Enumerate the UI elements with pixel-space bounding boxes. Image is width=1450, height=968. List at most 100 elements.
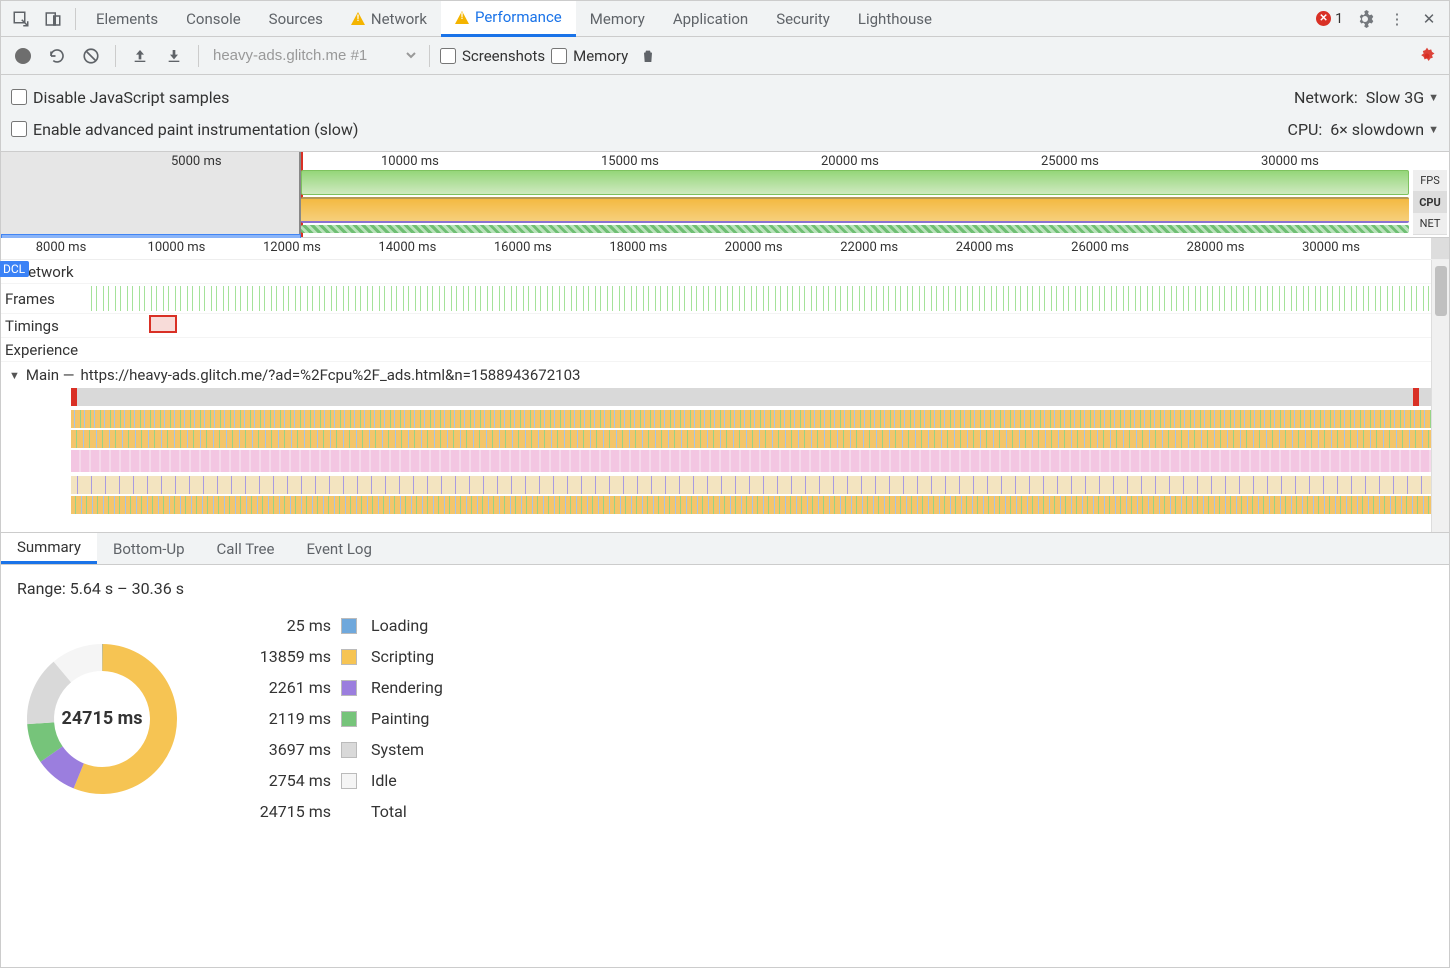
legend-ms: 25 ms: [231, 616, 331, 635]
legend-swatch: [341, 742, 357, 758]
error-count[interactable]: ✕ 1: [1316, 11, 1343, 27]
screenshots-input[interactable]: [440, 48, 456, 64]
ruler-tick: 22000 ms: [840, 240, 898, 255]
ruler-tick: 14000 ms: [378, 240, 436, 255]
perf-toolbar: heavy-ads.glitch.me #1 Screenshots Memor…: [1, 37, 1449, 75]
tab-memory[interactable]: Memory: [576, 1, 659, 37]
garbage-collect-icon[interactable]: [634, 42, 662, 70]
tab-console[interactable]: Console: [172, 1, 255, 37]
overview-tick: 10000 ms: [381, 154, 439, 169]
session-select[interactable]: heavy-ads.glitch.me #1: [209, 46, 419, 65]
memory-checkbox[interactable]: Memory: [551, 47, 628, 65]
enable-paint-checkbox[interactable]: Enable advanced paint instrumentation (s…: [11, 120, 358, 139]
load-profile-icon[interactable]: [126, 42, 154, 70]
device-toggle-icon[interactable]: [37, 3, 69, 35]
error-count-value: 1: [1335, 11, 1343, 27]
more-menu-icon[interactable]: ⋮: [1381, 3, 1413, 35]
devtools-tabbar: ElementsConsoleSourcesNetworkPerformance…: [1, 1, 1449, 37]
track-experience[interactable]: Experience: [1, 338, 1449, 362]
flame-tracks[interactable]: ▶Network Frames DCL Timings Experience ▼…: [1, 260, 1449, 533]
legend-ms: 2754 ms: [231, 771, 331, 790]
cpu-throttle-select[interactable]: 6× slowdown ▼: [1330, 120, 1439, 139]
memory-input[interactable]: [551, 48, 567, 64]
track-timings[interactable]: DCL Timings: [1, 314, 1449, 338]
range-label: Range: 5.64 s – 30.36 s: [17, 579, 1433, 598]
clear-button[interactable]: [77, 42, 105, 70]
scrollbar-thumb[interactable]: [1435, 266, 1447, 316]
close-devtools-icon[interactable]: ✕: [1413, 3, 1445, 35]
tab-application[interactable]: Application: [659, 1, 762, 37]
legend-label: Loading: [371, 616, 443, 635]
details-tab-call-tree[interactable]: Call Tree: [201, 533, 291, 564]
overview-tick: 30000 ms: [1261, 154, 1319, 169]
flame-chart[interactable]: [71, 388, 1431, 528]
overview-selection[interactable]: [1, 152, 301, 237]
tracks-scrollbar[interactable]: [1431, 260, 1449, 532]
ruler-scroll-corner: [1431, 238, 1449, 259]
details-tab-summary[interactable]: Summary: [1, 533, 97, 564]
settings-gear-icon[interactable]: [1349, 3, 1381, 35]
details-tab-event-log[interactable]: Event Log: [290, 533, 387, 564]
network-throttle-label: Network:: [1294, 88, 1358, 107]
flame-ruler[interactable]: 8000 ms10000 ms12000 ms14000 ms16000 ms1…: [1, 238, 1449, 260]
legend-label: Rendering: [371, 678, 443, 697]
donut-center-label: 24715 ms: [17, 634, 187, 804]
ruler-tick: 28000 ms: [1187, 240, 1245, 255]
ruler-tick: 10000 ms: [148, 240, 206, 255]
disable-js-checkbox[interactable]: Disable JavaScript samples: [11, 88, 229, 107]
overview-tick: 15000 ms: [601, 154, 659, 169]
reload-record-button[interactable]: [43, 42, 71, 70]
overview-fps-band: [301, 170, 1409, 195]
legend-label: Painting: [371, 709, 443, 728]
save-profile-icon[interactable]: [160, 42, 188, 70]
overview-tick: 5000 ms: [171, 154, 222, 169]
flame-row[interactable]: [71, 410, 1431, 428]
flame-row[interactable]: [71, 496, 1431, 514]
capture-settings-panel: Disable JavaScript samples Network: Slow…: [1, 75, 1449, 152]
divider: [75, 8, 76, 30]
screenshots-checkbox[interactable]: Screenshots: [440, 47, 545, 65]
chevron-down-icon: ▼: [1428, 123, 1439, 136]
overview-bands: [301, 170, 1409, 233]
ruler-tick: 18000 ms: [609, 240, 667, 255]
tab-lighthouse[interactable]: Lighthouse: [844, 1, 946, 37]
legend-ms: 2261 ms: [231, 678, 331, 697]
caret-down-icon[interactable]: ▼: [9, 369, 20, 382]
track-frames[interactable]: Frames: [1, 284, 1449, 314]
ruler-tick: 12000 ms: [263, 240, 321, 255]
capture-settings-icon[interactable]: [1413, 42, 1441, 70]
legend-swatch: [341, 618, 357, 634]
overview-timeline[interactable]: 5000 ms 10000 ms 15000 ms 20000 ms 25000…: [1, 152, 1449, 238]
chevron-down-icon: ▼: [1428, 91, 1439, 104]
inspect-icon[interactable]: [5, 3, 37, 35]
network-throttle-select[interactable]: Slow 3G ▼: [1366, 88, 1439, 107]
legend-label: Scripting: [371, 647, 443, 666]
tab-security[interactable]: Security: [762, 1, 844, 37]
tab-network[interactable]: Network: [337, 1, 441, 37]
details-tab-bottom-up[interactable]: Bottom-Up: [97, 533, 201, 564]
tab-sources[interactable]: Sources: [255, 1, 337, 37]
summary-legend: 25 msLoading13859 msScripting2261 msRend…: [231, 616, 443, 821]
overview-cpu-band: [301, 197, 1409, 224]
ruler-tick: 26000 ms: [1071, 240, 1129, 255]
legend-swatch: [341, 773, 357, 789]
error-icon: ✕: [1316, 11, 1331, 26]
summary-donut: 24715 ms: [17, 634, 187, 804]
tab-elements[interactable]: Elements: [82, 1, 172, 37]
flame-row[interactable]: [71, 450, 1431, 472]
track-network[interactable]: ▶Network: [1, 260, 1449, 284]
summary-pane: Range: 5.64 s – 30.36 s 24715 ms 25 ms Lo…: [1, 565, 1449, 835]
legend-label: System: [371, 740, 443, 759]
record-button[interactable]: [9, 42, 37, 70]
legend-total-ms: 24715 ms: [231, 802, 331, 821]
tab-performance[interactable]: Performance: [441, 1, 576, 37]
overview-tick: 20000 ms: [821, 154, 879, 169]
cpu-throttle-label: CPU:: [1288, 120, 1323, 139]
overview-net-band: [301, 225, 1409, 233]
ruler-tick: 30000 ms: [1302, 240, 1360, 255]
flame-row[interactable]: [71, 476, 1431, 494]
flame-row[interactable]: [71, 430, 1431, 448]
flame-row[interactable]: [71, 388, 1431, 406]
ruler-tick: 16000 ms: [494, 240, 552, 255]
track-main-header[interactable]: ▼ Main — https://heavy-ads.glitch.me/?ad…: [1, 362, 1449, 388]
